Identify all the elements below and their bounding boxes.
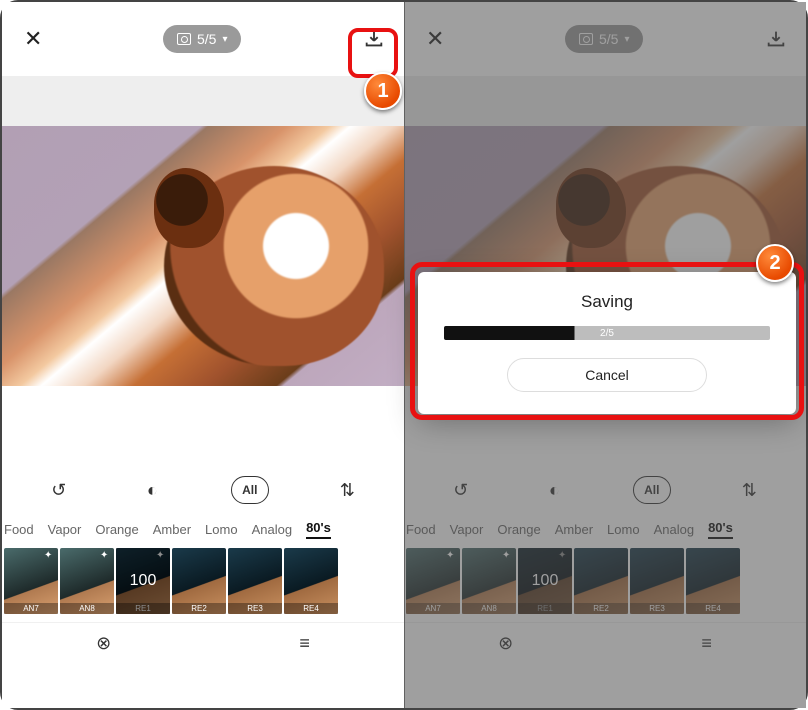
dialog-title: Saving	[444, 292, 770, 312]
top-bar: ✕ 5/5 ▾	[404, 2, 806, 76]
category-tab[interactable]: Analog	[654, 522, 694, 537]
screen-saving: ✕ 5/5 ▾ ↺ ◐ All ⇅ FoodV	[404, 2, 806, 708]
close-icon[interactable]: ✕	[426, 26, 444, 52]
filter-thumb[interactable]: RE2	[172, 548, 226, 614]
contrast-icon[interactable]: ◐	[137, 475, 167, 505]
thumb-label: RE1	[518, 603, 572, 614]
filter-thumbnails: ✦ AN7 ✦ AN8 ✦ RE1RE2RE3RE4	[404, 544, 806, 622]
filter-thumb[interactable]: RE4	[686, 548, 740, 614]
thumb-label: RE4	[284, 603, 338, 614]
thumb-label: RE2	[574, 603, 628, 614]
all-filters-button: All	[633, 476, 671, 504]
category-tab[interactable]: Vapor	[48, 522, 82, 537]
filters-tab-icon[interactable]: ⊗	[96, 633, 111, 654]
adjust-icon: ⇅	[734, 475, 764, 505]
thumb-label: RE4	[686, 603, 740, 614]
progress-label: 2/5	[600, 328, 614, 339]
filter-thumb[interactable]: ✦ AN7	[4, 548, 58, 614]
filter-thumb[interactable]: ✦ AN8	[60, 548, 114, 614]
category-tab[interactable]: 80's	[708, 520, 733, 539]
category-tab[interactable]: Food	[406, 522, 436, 537]
thumb-label: AN8	[60, 603, 114, 614]
close-icon[interactable]: ✕	[24, 26, 42, 52]
thumb-label: AN8	[462, 603, 516, 614]
bottom-bar: ⊗ ≡	[404, 622, 806, 664]
filter-thumb[interactable]: ✦ AN7	[406, 548, 460, 614]
filter-thumb[interactable]: RE4	[284, 548, 338, 614]
category-tab[interactable]: Orange	[95, 522, 138, 537]
tool-row: ↺ ◐ All ⇅	[404, 466, 806, 514]
chevron-down-icon: ▾	[222, 34, 227, 45]
adjust-icon[interactable]: ⇅	[332, 475, 362, 505]
tool-row: ↺ ◐ All ⇅	[2, 466, 404, 514]
star-icon: ✦	[100, 550, 112, 562]
filter-thumb[interactable]: RE3	[630, 548, 684, 614]
star-icon: ✦	[156, 550, 168, 562]
sliders-tab-icon: ≡	[701, 633, 712, 654]
category-tab[interactable]: Amber	[555, 522, 593, 537]
cancel-button[interactable]: Cancel	[507, 358, 707, 392]
thumb-label: RE3	[228, 603, 282, 614]
category-tab[interactable]: Amber	[153, 522, 191, 537]
count-label: 5/5	[599, 31, 618, 47]
gallery-icon	[177, 33, 191, 45]
category-tab[interactable]: Vapor	[450, 522, 484, 537]
filter-thumb[interactable]: ✦ RE1	[116, 548, 170, 614]
star-icon: ✦	[44, 550, 56, 562]
category-tabs: Food Vapor Orange Amber Lomo Analog 80's	[2, 514, 404, 544]
filter-thumbnails: ✦ AN7 ✦ AN8 ✦ RE1RE2RE3RE4	[2, 544, 404, 622]
chevron-down-icon: ▾	[624, 34, 629, 45]
annotation-badge-2: 2	[756, 244, 794, 282]
star-icon: ✦	[502, 550, 514, 562]
download-button[interactable]	[764, 27, 788, 51]
star-icon: ✦	[558, 550, 570, 562]
count-pill[interactable]: 5/5 ▾	[163, 25, 242, 53]
category-tabs: Food Vapor Orange Amber Lomo Analog 80's	[404, 514, 806, 544]
category-tab[interactable]: Lomo	[607, 522, 640, 537]
thumb-label: AN7	[406, 603, 460, 614]
thumb-label: RE1	[116, 603, 170, 614]
top-bar: ✕ 5/5 ▾	[2, 2, 404, 76]
category-tab[interactable]: Analog	[252, 522, 292, 537]
thumb-label: RE2	[172, 603, 226, 614]
contrast-icon: ◐	[539, 475, 569, 505]
count-label: 5/5	[197, 31, 216, 47]
undo-icon: ↺	[446, 475, 476, 505]
screen-editor: ✕ 5/5 ▾ 1 ↺ ◐ All ⇅	[2, 2, 404, 708]
filter-thumb[interactable]: ✦ AN8	[462, 548, 516, 614]
gallery-icon	[579, 33, 593, 45]
filter-thumb[interactable]: ✦ RE1	[518, 548, 572, 614]
star-icon: ✦	[446, 550, 458, 562]
progress-bar: 2/5	[444, 326, 770, 340]
category-tab[interactable]: Orange	[497, 522, 540, 537]
annotation-box-1	[348, 28, 398, 78]
preview-image[interactable]	[2, 126, 404, 386]
undo-icon[interactable]: ↺	[44, 475, 74, 505]
all-filters-button[interactable]: All	[231, 476, 269, 504]
annotation-badge-1: 1	[364, 72, 402, 110]
thumb-label: RE3	[630, 603, 684, 614]
filter-thumb[interactable]: RE2	[574, 548, 628, 614]
category-tab[interactable]: Food	[4, 522, 34, 537]
saving-dialog: Saving 2/5 Cancel	[418, 272, 796, 414]
thumb-label: AN7	[4, 603, 58, 614]
category-tab[interactable]: Lomo	[205, 522, 238, 537]
category-tab[interactable]: 80's	[306, 520, 331, 539]
bottom-bar: ⊗ ≡	[2, 622, 404, 664]
sliders-tab-icon[interactable]: ≡	[299, 633, 310, 654]
filters-tab-icon: ⊗	[498, 633, 513, 654]
filter-thumb[interactable]: RE3	[228, 548, 282, 614]
count-pill[interactable]: 5/5 ▾	[565, 25, 644, 53]
